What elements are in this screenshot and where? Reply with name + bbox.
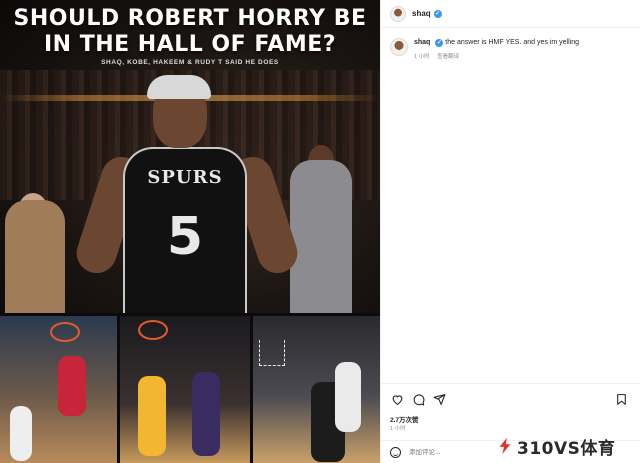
action-icons (389, 390, 634, 408)
bystander-right (290, 160, 352, 313)
headline: SHOULD ROBERT HORRY BE IN THE HALL OF FA… (0, 6, 380, 58)
emoji-icon[interactable] (390, 447, 401, 458)
player-purple (192, 372, 220, 456)
headline-subline: SHAQ, KOBE, HAKEEM & RUDY T SAID HE DOES (101, 59, 279, 66)
caption-time[interactable]: 1 小时 (414, 54, 430, 60)
watermark-text: 310VS体育 (517, 438, 616, 459)
headline-line-1: SHOULD ROBERT HORRY BE (13, 6, 367, 31)
hoop (50, 322, 80, 342)
post-panel: shaq ✓ shaq ✓ the answer is HMF YES. and … (380, 0, 640, 463)
avatar[interactable] (390, 38, 408, 56)
post-header: shaq ✓ (381, 0, 640, 28)
player-jersey: SPURS 5 (123, 147, 247, 313)
watermark-logo-icon (496, 437, 514, 455)
player-white (10, 406, 32, 461)
verified-badge-icon: ✓ (435, 39, 444, 47)
bookmark-icon[interactable] (613, 391, 629, 407)
share-icon[interactable] (431, 391, 447, 407)
caption-username[interactable]: shaq (414, 39, 430, 46)
translate-link[interactable]: 查看翻译 (437, 54, 459, 60)
comment-input[interactable] (409, 449, 489, 456)
player-cap (147, 75, 211, 99)
jersey-number: 5 (166, 207, 204, 267)
post-time: 1 小时 (390, 426, 406, 432)
header-username[interactable]: shaq (412, 9, 431, 18)
hoop (138, 320, 168, 340)
caption-text: the answer is HMF YES. and yes im yellin… (445, 39, 579, 46)
player-red (58, 356, 86, 416)
caption-comment: shaq ✓ the answer is HMF YES. and yes im … (390, 38, 635, 60)
player-figure: SPURS 5 (71, 75, 303, 313)
photo-tile-spurs (253, 316, 380, 463)
player-white (335, 362, 361, 432)
bystander-left (5, 200, 65, 313)
verified-badge-icon: ✓ (433, 9, 442, 18)
main-photo: SPURS 5 SHOULD ROBERT HORRY BE IN THE HA… (0, 0, 380, 313)
player-gold (138, 376, 166, 456)
post-media[interactable]: SPURS 5 SHOULD ROBERT HORRY BE IN THE HA… (0, 0, 380, 463)
jersey-team-text: SPURS (147, 167, 223, 188)
photo-tile-rockets (0, 316, 117, 463)
photo-tile-lakers (120, 316, 250, 463)
net (259, 340, 285, 366)
watermark: 310VS体育 (496, 433, 640, 459)
avatar[interactable] (390, 5, 406, 22)
heart-icon[interactable] (389, 391, 405, 407)
comment-icon[interactable] (410, 391, 426, 407)
likes-count[interactable]: 2.7万次赞 (390, 414, 419, 424)
headline-line-2: IN THE HALL OF FAME? (43, 32, 337, 57)
